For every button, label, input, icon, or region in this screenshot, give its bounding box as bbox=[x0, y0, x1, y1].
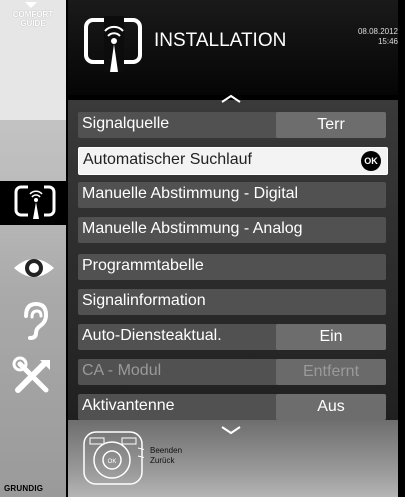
menu-item-label: Aktivantenne bbox=[82, 397, 175, 414]
time: 15:46 bbox=[377, 37, 398, 46]
sidebar-item-picture[interactable] bbox=[6, 246, 62, 290]
legend-beenden: Beenden bbox=[150, 446, 183, 455]
ok-button[interactable]: OK bbox=[361, 151, 381, 171]
date: 08.08.2012 bbox=[357, 27, 398, 36]
menu-item-aktivantenne[interactable]: Aktivantenne Aus bbox=[78, 394, 386, 420]
menu-item-manuelle-abstimmung-analog[interactable]: Manuelle Abstimmung - Analog bbox=[78, 217, 386, 243]
menu-item-label: CA - Modul bbox=[82, 362, 162, 379]
menu-item-label: Programmtabelle bbox=[82, 257, 204, 274]
main-panel: INSTALLATION 08.08.2012 15:46 Signalquel… bbox=[68, 0, 405, 497]
header: INSTALLATION 08.08.2012 15:46 bbox=[68, 0, 398, 95]
menu-item-value[interactable]: Aus bbox=[276, 394, 386, 420]
menu-item-value[interactable]: Ein bbox=[276, 324, 386, 350]
footer: OK Beenden Zurück bbox=[68, 420, 398, 497]
remote-legend: Beenden Zurück bbox=[150, 446, 182, 466]
menu-item-signalinformation[interactable]: Signalinformation bbox=[78, 289, 386, 315]
sidebar-item-installation[interactable] bbox=[0, 181, 70, 225]
tools-icon bbox=[12, 356, 50, 393]
installation-icon bbox=[84, 16, 142, 72]
arrow-down-icon bbox=[25, 2, 37, 8]
remote-control-icon: OK bbox=[83, 431, 144, 485]
eye-icon bbox=[14, 259, 54, 277]
menu-item-label: Signalinformation bbox=[82, 292, 206, 309]
installation-icon bbox=[14, 185, 56, 219]
menu-item-label: Manuelle Abstimmung - Digital bbox=[82, 185, 299, 202]
menu-item-manuelle-abstimmung-digital[interactable]: Manuelle Abstimmung - Digital bbox=[78, 182, 386, 208]
menu-list: Signalquelle Terr Automatischer Suchlauf… bbox=[68, 94, 398, 420]
ear-icon bbox=[24, 301, 49, 340]
menu-item-programmtabelle[interactable]: Programmtabelle bbox=[78, 254, 386, 280]
menu-item-label: Automatischer Suchlauf bbox=[83, 151, 252, 168]
comfort-guide-label: COMFORT GUIDE bbox=[12, 10, 54, 28]
menu-item-auto-diensteaktual[interactable]: Auto-Diensteaktual. Ein bbox=[78, 324, 386, 350]
sidebar-item-settings[interactable] bbox=[6, 356, 62, 400]
scroll-down-icon[interactable] bbox=[220, 425, 242, 435]
scroll-up-icon[interactable] bbox=[220, 94, 242, 104]
remote-ok-label: OK bbox=[108, 459, 117, 465]
menu-item-value[interactable]: Terr bbox=[276, 112, 386, 138]
menu-item-label: Signalquelle bbox=[82, 115, 170, 132]
menu-item-automatischer-suchlauf[interactable]: Automatischer Suchlauf OK bbox=[78, 147, 388, 175]
comfort-guide[interactable]: COMFORT GUIDE bbox=[0, 0, 66, 120]
sidebar: COMFORT GUIDE GRUNDIG bbox=[0, 0, 70, 497]
menu-item-value: Entfernt bbox=[276, 359, 386, 385]
menu-item-label: Manuelle Abstimmung - Analog bbox=[82, 220, 303, 237]
menu-item-label: Auto-Diensteaktual. bbox=[82, 327, 222, 344]
brand-logo: GRUNDIG bbox=[4, 484, 44, 493]
menu-item-signalquelle[interactable]: Signalquelle Terr bbox=[78, 112, 386, 138]
page-title: INSTALLATION bbox=[154, 30, 287, 51]
sidebar-item-sound[interactable] bbox=[6, 298, 62, 342]
date-time: 08.08.2012 15:46 bbox=[358, 27, 398, 47]
legend-zurueck: Zurück bbox=[150, 456, 175, 465]
menu-item-ca-modul: CA - Modul Entfernt bbox=[78, 359, 386, 385]
